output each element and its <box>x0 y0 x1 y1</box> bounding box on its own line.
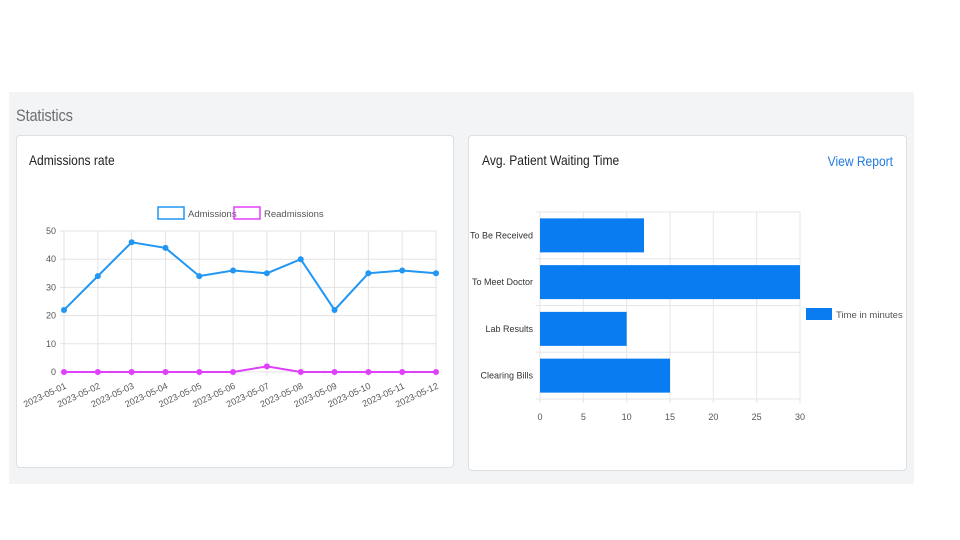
x-tick-label: 20 <box>708 412 718 422</box>
x-tick-label: 10 <box>622 412 632 422</box>
data-point-admissions[interactable] <box>399 267 406 274</box>
legend-swatch-time-in-minutes[interactable] <box>806 308 832 320</box>
data-point-readmissions[interactable] <box>399 369 406 375</box>
data-point-readmissions[interactable] <box>331 369 338 375</box>
bar[interactable] <box>540 265 800 300</box>
data-point-admissions[interactable] <box>297 256 304 263</box>
legend-label-time-in-minutes[interactable]: Time in minutes <box>836 310 903 321</box>
series-line-admissions <box>63 241 437 312</box>
data-point-readmissions[interactable] <box>128 369 135 375</box>
x-tick-label: 0 <box>537 412 542 422</box>
data-point-readmissions[interactable] <box>433 369 439 375</box>
y-tick-label: 20 <box>46 311 56 321</box>
y-tick-label: 40 <box>46 254 56 264</box>
data-point-admissions[interactable] <box>263 270 270 277</box>
data-point-admissions[interactable] <box>162 244 169 251</box>
y-tick-label: 50 <box>46 226 56 236</box>
data-point-readmissions[interactable] <box>297 369 304 375</box>
legend-label-admissions[interactable]: Admissions <box>188 209 237 220</box>
data-point-readmissions[interactable] <box>61 369 67 375</box>
admissions-line-chart: 010203040502023-05-012023-05-022023-05-0… <box>22 206 903 422</box>
bar[interactable] <box>540 358 670 393</box>
bar[interactable] <box>540 311 627 346</box>
x-tick-label: 5 <box>581 412 586 422</box>
y-tick-label: 10 <box>46 339 56 349</box>
data-point-readmissions[interactable] <box>196 369 203 375</box>
legend-swatch-readmissions[interactable] <box>233 206 261 220</box>
y-tick-label: Lab Results <box>485 324 533 334</box>
y-tick-label: 30 <box>46 282 56 292</box>
series-line-readmissions <box>64 365 436 373</box>
data-point-admissions[interactable] <box>94 273 101 280</box>
data-point-readmissions[interactable] <box>162 369 169 375</box>
data-point-admissions[interactable] <box>230 267 237 274</box>
x-tick-label: 30 <box>795 412 805 422</box>
bar[interactable] <box>540 218 644 253</box>
x-tick-label: 25 <box>752 412 762 422</box>
y-tick-label: Clearing Bills <box>480 371 533 381</box>
data-point-admissions[interactable] <box>61 306 67 313</box>
data-point-readmissions[interactable] <box>365 369 372 375</box>
data-point-admissions[interactable] <box>433 270 439 277</box>
y-tick-label: To Be Received <box>470 230 533 240</box>
data-point-readmissions[interactable] <box>263 363 270 370</box>
data-point-admissions[interactable] <box>331 306 338 313</box>
y-tick-label: 0 <box>51 367 56 377</box>
data-point-admissions[interactable] <box>365 270 372 277</box>
data-point-readmissions[interactable] <box>94 369 101 375</box>
data-point-admissions[interactable] <box>196 273 203 280</box>
data-point-admissions[interactable] <box>128 239 135 246</box>
x-tick-label: 15 <box>665 412 675 422</box>
legend-swatch-admissions[interactable] <box>157 206 185 220</box>
y-tick-label: To Meet Doctor <box>472 277 533 287</box>
legend-label-readmissions[interactable]: Readmissions <box>264 209 324 220</box>
data-point-readmissions[interactable] <box>230 369 237 375</box>
